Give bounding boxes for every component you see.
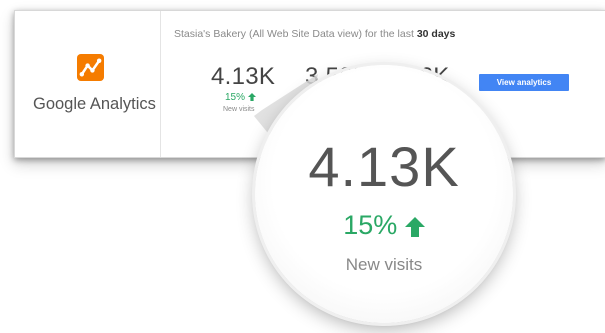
view-analytics-button[interactable]: View analytics — [479, 74, 569, 91]
magnified-metric-change: 15% — [255, 210, 513, 241]
metric-change-value: 15% — [225, 92, 246, 103]
up-arrow-icon — [247, 93, 256, 102]
metric-change: 15% — [225, 92, 275, 103]
metric-value: 4.13K — [211, 63, 276, 90]
up-arrow-icon — [404, 216, 425, 237]
magnified-metric-value: 4.13K — [308, 135, 460, 198]
magnified-metric-label: New visits — [345, 255, 423, 274]
google-analytics-logo-icon — [77, 54, 104, 81]
magnifier-lens: 4.13K 15% New visits — [255, 65, 513, 323]
report-header: Stasia's Bakery (All Web Site Data view)… — [174, 28, 455, 40]
brand-name: Google Analytics — [33, 95, 156, 113]
metric-label: New visits — [223, 106, 255, 113]
report-period: 30 days — [416, 28, 456, 40]
brand-panel: Google Analytics — [15, 11, 161, 157]
magnified-change-value: 15% — [343, 210, 398, 240]
metric-new-visits: 4.13K 15% New visits — [211, 63, 275, 113]
stage: Google Analytics Stasia's Bakery (All We… — [0, 0, 605, 333]
report-header-text: Stasia's Bakery (All Web Site Data view)… — [174, 28, 417, 40]
